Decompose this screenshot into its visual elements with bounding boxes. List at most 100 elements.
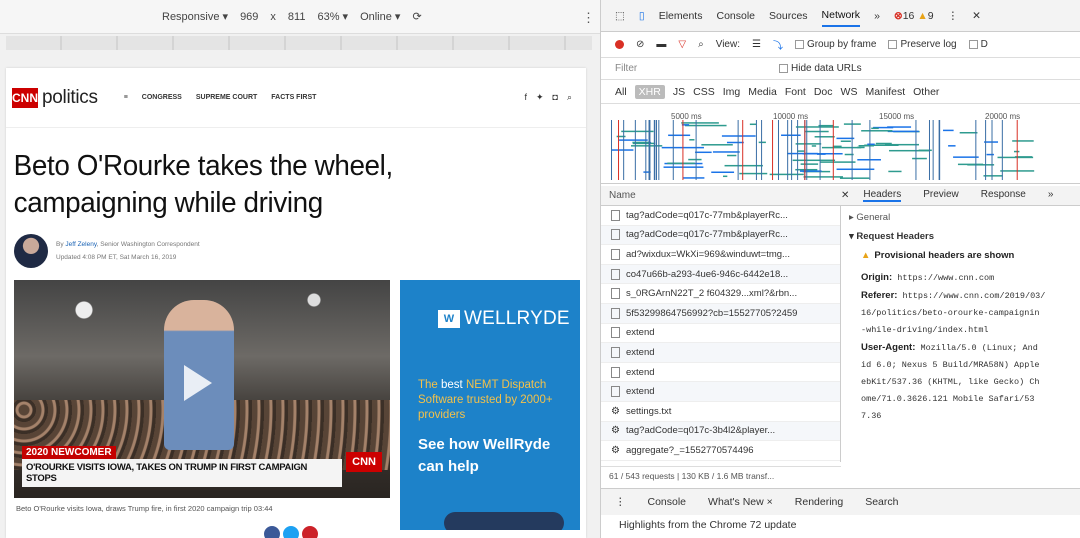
request-row[interactable]: co47u66b-a293-4ue6-946c-6442e18... xyxy=(601,264,840,285)
instagram-icon[interactable]: ◘ xyxy=(553,92,558,103)
preserve-log-toggle[interactable]: Preserve log xyxy=(888,39,957,50)
throttle-select[interactable]: Online ▾ xyxy=(360,10,400,23)
nav-link-congress[interactable]: CONGRESS xyxy=(142,94,182,101)
hide-data-urls-label: Hide data URLs xyxy=(791,63,862,74)
menu-icon[interactable]: ≡ xyxy=(124,94,128,101)
video-lower-third: 2020 NEWCOMER O'ROURKE VISITS IOWA, TAKE… xyxy=(22,446,382,487)
tab-more[interactable]: » xyxy=(874,6,880,26)
request-name: tag?adCode=q017c-77mb&playerRc... xyxy=(626,209,788,221)
close-detail-icon[interactable]: ✕ xyxy=(841,190,849,201)
timeline-bar xyxy=(795,143,822,145)
share-email-icon[interactable] xyxy=(302,526,318,538)
tab-preview[interactable]: Preview xyxy=(923,189,959,202)
type-all[interactable]: All xyxy=(615,86,627,98)
twitter-icon[interactable]: ✦ xyxy=(536,92,544,103)
section-title[interactable]: politics xyxy=(42,87,98,109)
page-viewport: CNN politics ≡ CONGRESS SUPREME COURT FA… xyxy=(6,68,586,538)
search-icon[interactable]: ⌕ xyxy=(567,92,572,103)
request-row[interactable]: 5f53299864756992?cb=15527705?2459 xyxy=(601,303,840,324)
hide-data-urls-checkbox[interactable] xyxy=(779,63,788,73)
type-media[interactable]: Media xyxy=(748,86,777,98)
inspect-icon[interactable]: ⬚ xyxy=(615,10,625,22)
request-row[interactable]: extend xyxy=(601,382,840,402)
type-img[interactable]: Img xyxy=(723,86,741,98)
type-ws[interactable]: WS xyxy=(841,86,858,98)
request-row[interactable]: tag?adCode=q017c-77mb&playerRc... xyxy=(601,225,840,246)
author-link[interactable]: Jeff Zeleny xyxy=(65,241,96,248)
drawer-menu-icon[interactable]: ⋮ xyxy=(615,496,626,508)
rotate-icon[interactable]: ⟳ xyxy=(412,10,421,23)
request-row[interactable]: ⚙ settings.txt xyxy=(601,402,840,422)
waterfall-icon[interactable]: ⤵ xyxy=(773,37,783,52)
request-row[interactable]: extend xyxy=(601,363,840,383)
search-icon[interactable]: ⌕ xyxy=(698,39,704,50)
tab-response[interactable]: Response xyxy=(981,189,1026,202)
ad-cta-button[interactable] xyxy=(444,512,564,530)
network-overview-timeline[interactable]: 5000 ms 10000 ms 15000 ms 20000 ms xyxy=(601,108,1080,184)
zoom-select[interactable]: 63% ▾ xyxy=(317,10,348,23)
large-rows-icon[interactable]: ☰ xyxy=(752,39,761,50)
error-count[interactable]: ⊗16 ▲9 xyxy=(894,10,934,22)
request-row[interactable]: extend xyxy=(601,324,840,344)
group-by-frame-checkbox[interactable] xyxy=(794,39,804,49)
type-css[interactable]: CSS xyxy=(693,86,715,98)
request-row[interactable]: tag?adCode=q017c-77mb&playerRc... xyxy=(601,206,840,226)
type-manifest[interactable]: Manifest xyxy=(865,86,905,98)
video-player[interactable]: 2020 NEWCOMER O'ROURKE VISITS IOWA, TAKE… xyxy=(14,280,390,498)
group-by-frame-toggle[interactable]: Group by frame xyxy=(794,39,876,50)
cnn-logo[interactable]: CNN xyxy=(12,87,38,108)
tab-network[interactable]: Network xyxy=(821,5,861,27)
request-headers-section[interactable]: ▾ Request Headers xyxy=(849,231,1079,242)
type-font[interactable]: Font xyxy=(785,86,806,98)
nav-link-facts-first[interactable]: FACTS FIRST xyxy=(271,94,316,101)
devtools-menu-icon[interactable]: ⋮ xyxy=(948,10,959,22)
disable-cache-toggle[interactable]: D xyxy=(968,39,988,50)
tab-headers[interactable]: Headers xyxy=(863,189,902,202)
request-row[interactable]: ⚙ aggregate?_=1552770574496 xyxy=(601,441,840,461)
general-section[interactable]: ▸ General xyxy=(849,212,1079,223)
share-facebook-icon[interactable] xyxy=(264,526,280,538)
height-input[interactable]: 811 xyxy=(288,11,306,23)
disable-cache-checkbox[interactable] xyxy=(968,39,978,49)
request-row[interactable]: s_0RGArnN22T_2 f604329...xml?&rbn... xyxy=(601,284,840,304)
preserve-log-checkbox[interactable] xyxy=(888,39,898,49)
file-icon xyxy=(611,327,620,339)
type-xhr[interactable]: XHR xyxy=(634,84,665,99)
share-twitter-icon[interactable] xyxy=(283,526,299,538)
facebook-icon[interactable]: f xyxy=(524,92,527,103)
more-options-icon[interactable]: ⋮ xyxy=(582,10,595,26)
gear-icon: ⚙ xyxy=(611,425,620,437)
device-toolbar-icon[interactable]: ▯ xyxy=(639,10,645,22)
media-query-ruler[interactable] xyxy=(6,36,592,50)
social-icons: f ✦ ◘ ⌕ xyxy=(524,92,572,103)
filter-icon[interactable]: ▽ xyxy=(678,39,686,50)
clear-icon[interactable]: ⊘ xyxy=(636,39,644,50)
nav-link-supreme-court[interactable]: SUPREME COURT xyxy=(196,94,257,101)
drawer-tab-whats-new[interactable]: What's New × xyxy=(708,496,773,508)
advertisement[interactable]: W WELLRYDE The best NEMT Dispatch Softwa… xyxy=(400,280,580,530)
camera-icon[interactable]: ▬ xyxy=(656,39,666,50)
tab-elements[interactable]: Elements xyxy=(659,6,703,26)
play-icon[interactable] xyxy=(184,365,212,401)
drawer-tab-rendering[interactable]: Rendering xyxy=(795,496,843,508)
close-icon[interactable]: ✕ xyxy=(972,10,981,22)
type-other[interactable]: Other xyxy=(913,86,939,98)
request-row[interactable]: ad?wixdux=WkXi=969&winduwt=tmg... xyxy=(601,245,840,265)
drawer-tab-search[interactable]: Search xyxy=(865,496,898,508)
type-js[interactable]: JS xyxy=(673,86,685,98)
hide-data-urls-toggle[interactable]: Hide data URLs xyxy=(779,63,862,74)
tab-detail-more[interactable]: » xyxy=(1048,189,1054,202)
name-column-header[interactable]: Name xyxy=(601,190,841,201)
timeline-bar xyxy=(769,173,804,176)
timeline-bar xyxy=(984,141,999,143)
request-row[interactable]: ⚙ tag?adCode=q017c-3b4l2&player... xyxy=(601,421,840,442)
device-select[interactable]: Responsive ▾ xyxy=(162,10,228,23)
record-icon[interactable] xyxy=(615,40,624,49)
tab-sources[interactable]: Sources xyxy=(769,6,808,26)
width-input[interactable]: 969 xyxy=(240,11,258,23)
drawer-tab-console[interactable]: Console xyxy=(648,496,687,508)
filter-input[interactable]: Filter xyxy=(615,63,765,74)
tab-console[interactable]: Console xyxy=(716,6,755,26)
type-doc[interactable]: Doc xyxy=(814,86,833,98)
request-row[interactable]: extend xyxy=(601,343,840,363)
